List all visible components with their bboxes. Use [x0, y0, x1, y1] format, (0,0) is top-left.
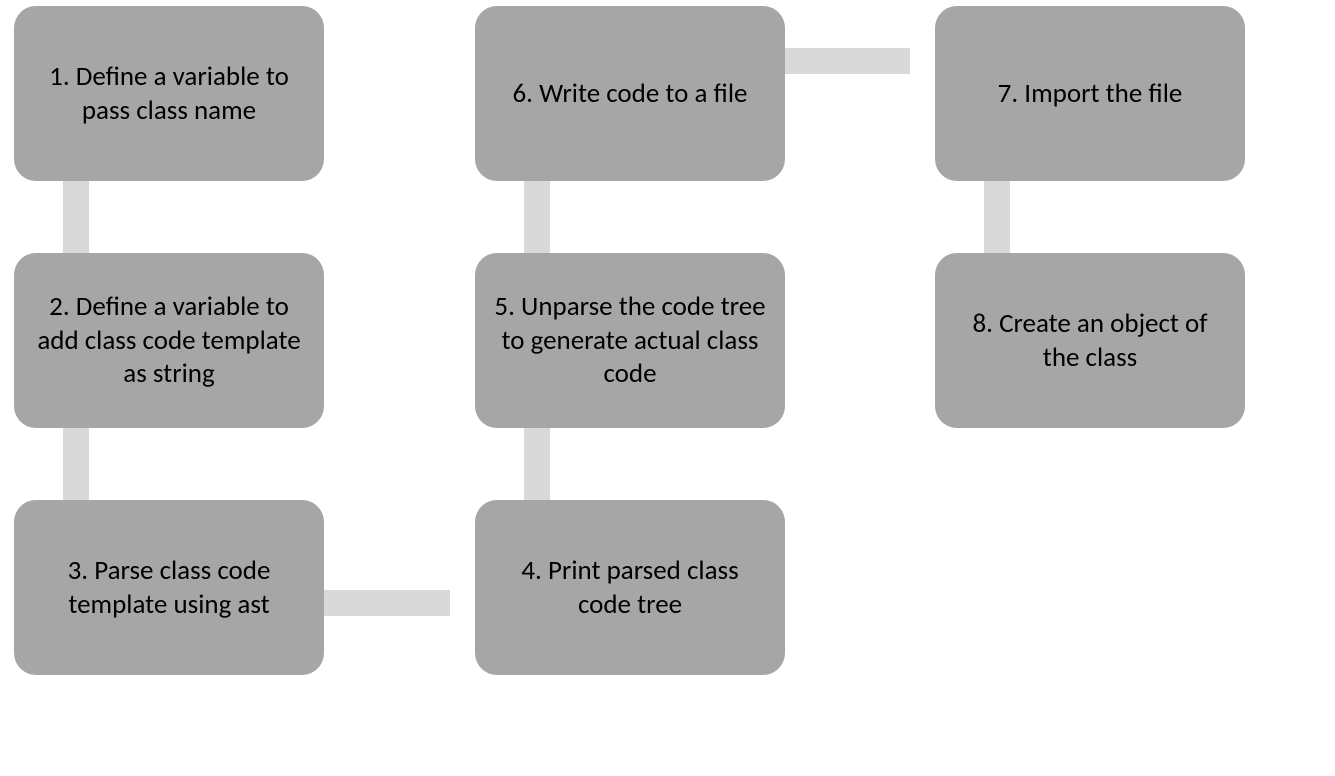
connector-6-7 [780, 48, 910, 74]
connector-4-5 [524, 425, 550, 511]
connector-7-8 [984, 178, 1010, 264]
step-3-label: 3. Parse class code template using ast [32, 554, 306, 622]
connector-5-6 [524, 178, 550, 264]
step-6-label: 6. Write code to a file [513, 77, 748, 111]
step-3: 3. Parse class code template using ast [14, 500, 324, 675]
step-4: 4. Print parsed class code tree [475, 500, 785, 675]
step-8: 8. Create an object of the class [935, 253, 1245, 428]
connector-2-3 [63, 425, 89, 511]
step-6: 6. Write code to a file [475, 6, 785, 181]
step-1-label: 1. Define a variable to pass class name [32, 60, 306, 128]
connector-1-2 [63, 178, 89, 264]
step-2-label: 2. Define a variable to add class code t… [32, 290, 306, 391]
step-5-label: 5. Unparse the code tree to generate act… [493, 290, 767, 391]
step-7: 7. Import the file [935, 6, 1245, 181]
step-5: 5. Unparse the code tree to generate act… [475, 253, 785, 428]
step-2: 2. Define a variable to add class code t… [14, 253, 324, 428]
step-4-label: 4. Print parsed class code tree [493, 554, 767, 622]
connector-3-4 [320, 590, 450, 616]
step-1: 1. Define a variable to pass class name [14, 6, 324, 181]
step-8-label: 8. Create an object of the class [953, 307, 1227, 375]
step-7-label: 7. Import the file [998, 77, 1183, 111]
